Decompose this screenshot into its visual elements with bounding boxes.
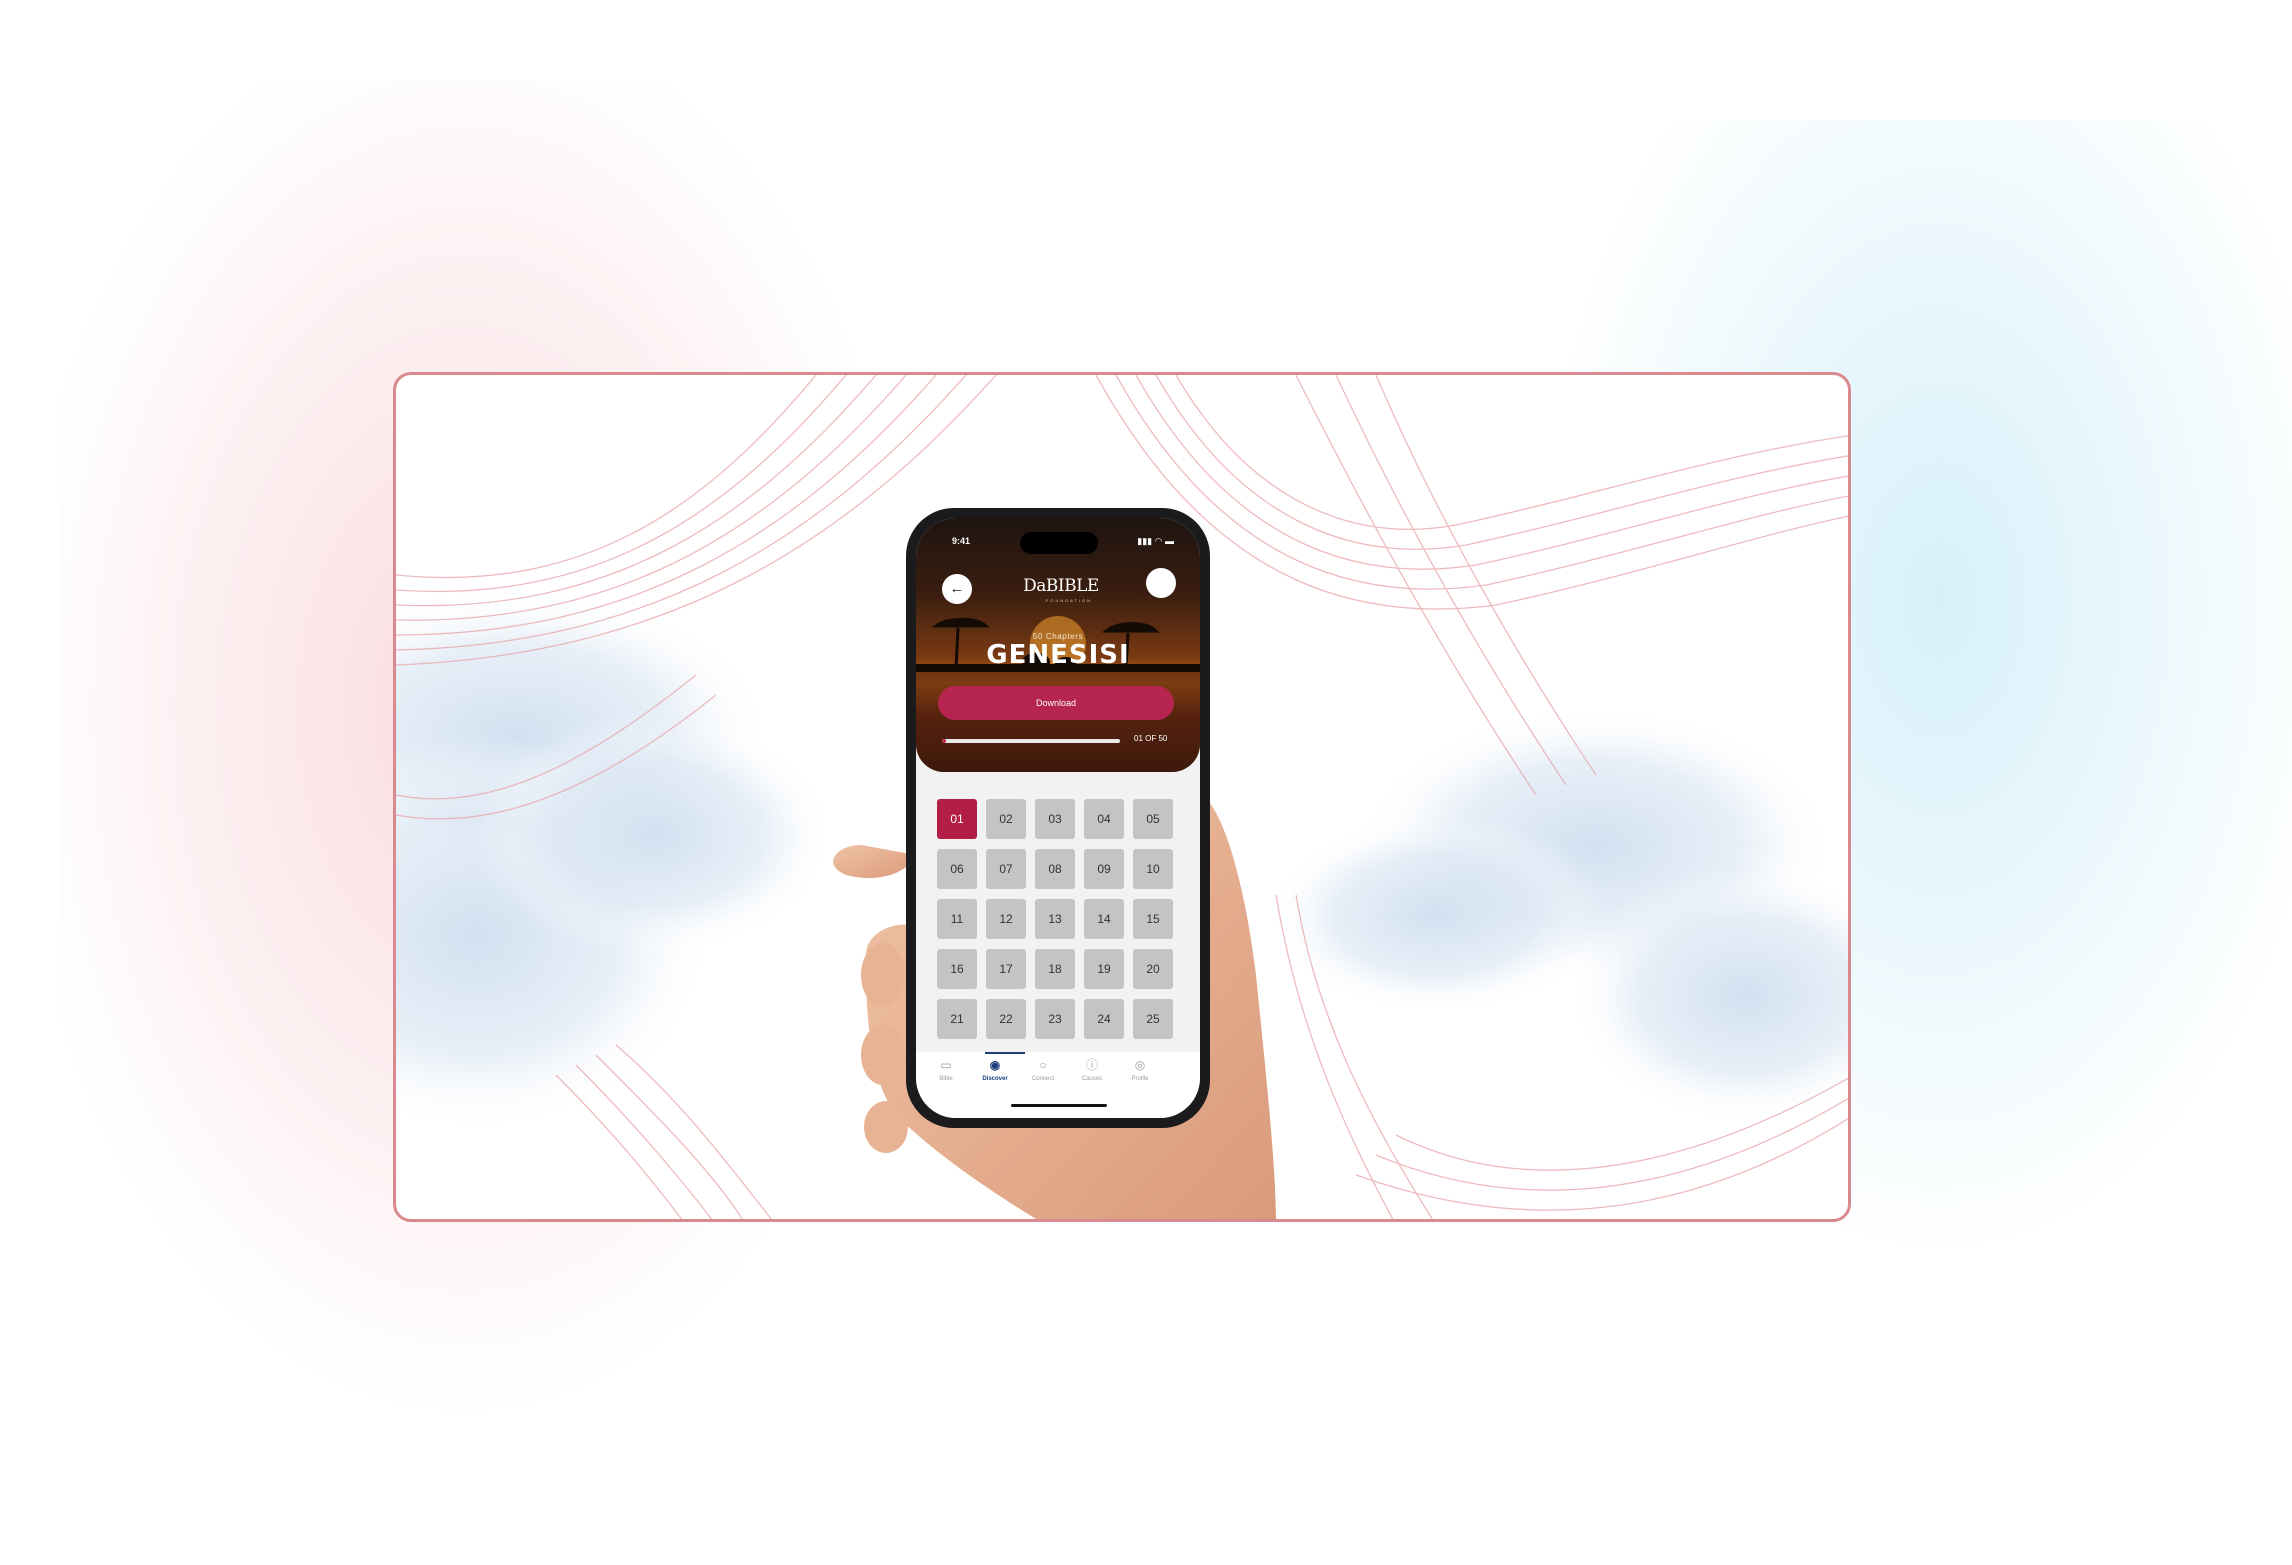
tab-label: Discover <box>982 1076 1008 1082</box>
chapter-button[interactable]: 02 <box>986 799 1026 839</box>
avatar[interactable] <box>1146 568 1176 598</box>
tab-label: Causes <box>1081 1076 1103 1082</box>
chapter-button[interactable]: 13 <box>1035 899 1075 939</box>
chapter-button[interactable]: 16 <box>937 949 977 989</box>
chat-bubble-icon: ○ <box>1039 1058 1047 1072</box>
book-hero: 9:41 ▮▮▮ ◠ ▬ ← DaBIBLE FOUNDATION 50 Cha… <box>916 518 1200 772</box>
progress-fill <box>942 739 946 743</box>
status-time: 9:41 <box>952 536 971 546</box>
bible-icon: ▭ <box>940 1058 952 1072</box>
chapter-button[interactable]: 07 <box>986 849 1026 889</box>
back-button[interactable]: ← <box>942 574 972 604</box>
chapter-button[interactable]: 19 <box>1084 949 1124 989</box>
tab-label: Connect <box>1031 1076 1055 1082</box>
book-title: GENESISI <box>986 640 1130 670</box>
dynamic-island <box>1020 532 1098 554</box>
chapter-button[interactable]: 25 <box>1133 999 1173 1039</box>
tab-label: Bible <box>939 1076 953 1082</box>
chapter-button[interactable]: 11 <box>937 899 977 939</box>
chapter-button[interactable]: 21 <box>937 999 977 1039</box>
chapter-button[interactable]: 15 <box>1133 899 1173 939</box>
chapter-button[interactable]: 17 <box>986 949 1026 989</box>
chapter-button[interactable]: 03 <box>1035 799 1075 839</box>
tab-bible[interactable]: ▭ Bible <box>918 1058 974 1082</box>
tab-connect[interactable]: ○ Connect <box>1015 1058 1071 1082</box>
arrow-left-icon: ← <box>949 580 965 597</box>
chapter-button[interactable]: 23 <box>1035 999 1075 1039</box>
tab-label: Profile <box>1131 1076 1149 1082</box>
progress-label: 01 OF 50 <box>1134 734 1168 743</box>
tab-profile[interactable]: ◎ Profile <box>1112 1058 1168 1082</box>
chapter-button[interactable]: 14 <box>1084 899 1124 939</box>
chapter-button[interactable]: 04 <box>1084 799 1124 839</box>
chapter-button[interactable]: 20 <box>1133 949 1173 989</box>
chapter-button[interactable]: 24 <box>1084 999 1124 1039</box>
chapter-button[interactable]: 01 <box>937 799 977 839</box>
profile-icon: ◎ <box>1134 1058 1146 1072</box>
bottom-tab-bar: ▭ Bible ◉ Discover ○ Connect ⓘ Causes ◎ Profile <box>916 1052 1200 1118</box>
progress-bar <box>942 739 1120 743</box>
chapter-button[interactable]: 09 <box>1084 849 1124 889</box>
chapter-button[interactable]: 06 <box>937 849 977 889</box>
download-button[interactable]: Download <box>938 686 1174 720</box>
active-tab-indicator <box>985 1052 1025 1054</box>
home-indicator <box>1011 1104 1107 1107</box>
chapter-button[interactable]: 12 <box>986 899 1026 939</box>
phone-device: 9:41 ▮▮▮ ◠ ▬ ← DaBIBLE FOUNDATION 50 Cha… <box>906 508 1210 1128</box>
status-icons: ▮▮▮ ◠ ▬ <box>1137 536 1174 546</box>
app-logo-subtext: FOUNDATION <box>1045 598 1093 603</box>
chapter-button[interactable]: 22 <box>986 999 1026 1039</box>
chapter-button[interactable]: 08 <box>1035 849 1075 889</box>
chapter-button[interactable]: 18 <box>1035 949 1075 989</box>
chapter-button[interactable]: 05 <box>1133 799 1173 839</box>
chapter-grid: 01 02 03 04 05 06 07 08 09 10 11 12 13 14 15 16 17 18 19 20… <box>937 799 1181 1039</box>
chapter-button[interactable]: 10 <box>1133 849 1173 889</box>
phone-screen: 9:41 ▮▮▮ ◠ ▬ ← DaBIBLE FOUNDATION 50 Cha… <box>916 518 1200 1118</box>
